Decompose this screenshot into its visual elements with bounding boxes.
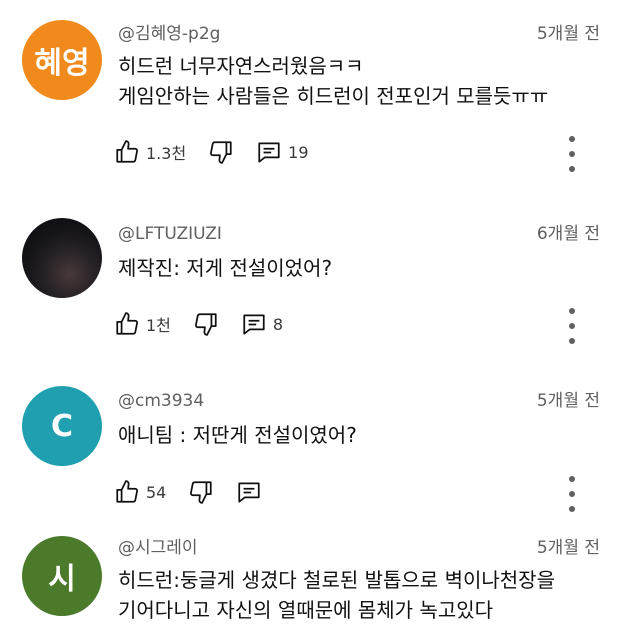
more-vert-icon[interactable]	[562, 136, 582, 172]
comment-author[interactable]: @cm3934	[118, 389, 204, 413]
comment-author[interactable]: @LFTUZIUZI	[118, 222, 222, 246]
thumbs-up-icon	[116, 140, 138, 163]
comment-author[interactable]: @김혜영-p2g	[118, 22, 220, 46]
like-count: 54	[146, 482, 167, 502]
comment-time[interactable]: 5개월 전	[537, 22, 600, 46]
avatar[interactable]: C	[22, 386, 102, 466]
comment-text-line: 제작진: 저게 전설이었어?	[118, 256, 333, 280]
like-button[interactable]: 1천	[114, 311, 171, 337]
avatar-text: C	[50, 408, 74, 444]
comment-text-line: 애니팀 : 저딴게 전설이였어?	[118, 423, 357, 447]
comment-icon	[258, 142, 280, 163]
dislike-button[interactable]	[193, 311, 219, 337]
dislike-button[interactable]	[208, 139, 234, 165]
avatar-text: 혜영	[34, 46, 90, 81]
thumbs-down-icon	[190, 481, 212, 504]
reply-count: 8	[272, 314, 284, 334]
comment-text-line: 히드런 너무자연스러웠음ㅋㅋ	[118, 54, 364, 78]
comment-actions: 54	[114, 476, 284, 508]
like-button[interactable]: 54	[114, 479, 166, 505]
avatar[interactable]: 시	[22, 536, 102, 616]
reply-button[interactable]: 8	[241, 311, 283, 337]
comment-icon	[238, 482, 260, 503]
more-vert-icon[interactable]	[562, 308, 582, 344]
reply-count: 19	[288, 142, 309, 162]
thumbs-up-icon	[116, 312, 138, 335]
comment-time[interactable]: 6개월 전	[537, 222, 600, 246]
more-vert-icon[interactable]	[562, 476, 582, 512]
reply-button[interactable]	[236, 479, 262, 505]
comment-text-line: 게임안하는 사람들은 히드런이 전포인거 모를듯ㅠㅠ	[118, 84, 549, 108]
comment-actions: 1.3천 19	[114, 136, 331, 168]
comment-actions: 1천 8	[114, 308, 305, 340]
comment-text-line: 기어다니고 자신의 열때문에 몸체가 녹고있다	[118, 598, 494, 622]
comment-time[interactable]: 5개월 전	[537, 536, 600, 560]
comment-text-line: 히드런:둥글게 생겼다 철로된 발톱으로 벽이나천장을	[118, 568, 555, 592]
thumbs-down-icon	[194, 313, 217, 336]
comment-time[interactable]: 5개월 전	[537, 389, 600, 413]
avatar[interactable]	[22, 218, 102, 298]
like-button[interactable]: 1.3천	[114, 139, 186, 165]
comment-author[interactable]: @시그레이	[118, 536, 198, 560]
thumbs-up-icon	[116, 480, 138, 503]
reply-button[interactable]: 19	[256, 139, 309, 165]
avatar[interactable]: 혜영	[22, 20, 102, 100]
thumbs-down-icon	[210, 141, 232, 164]
comment-icon	[243, 314, 265, 335]
avatar-text: 시	[48, 562, 76, 597]
dislike-button[interactable]	[188, 479, 214, 505]
like-count: 1.3천	[146, 144, 187, 163]
like-count: 1천	[146, 316, 171, 335]
